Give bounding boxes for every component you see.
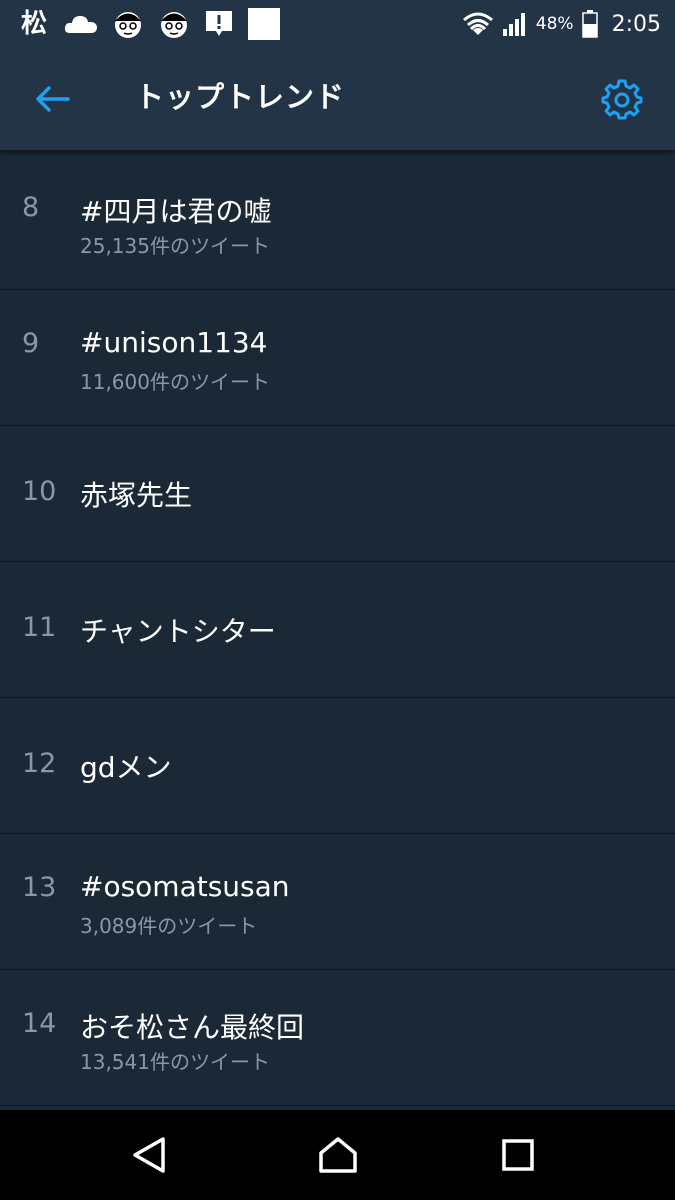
trend-rank: 13: [22, 872, 57, 903]
system-icons: 48% 2:05: [462, 6, 661, 42]
status-bar: 松 48% 2:05: [0, 0, 675, 48]
nav-back-button[interactable]: [119, 1130, 179, 1180]
trend-name: チャントシター: [80, 615, 276, 648]
clock: 2:05: [611, 11, 661, 37]
page-title: トップトレンド: [135, 80, 346, 114]
trend-rank: 14: [22, 1008, 57, 1039]
recents-icon: [502, 1139, 534, 1171]
cloud-icon: [64, 16, 97, 33]
app-bar: トップトレンド: [0, 48, 675, 150]
nav-home-button[interactable]: [308, 1130, 368, 1180]
trend-tweet-count: 25,135件のツイート: [80, 234, 270, 258]
back-button[interactable]: [30, 79, 74, 119]
trend-row[interactable]: 13 #osomatsusan 3,089件のツイート: [0, 834, 675, 970]
notification-icons: 松: [18, 6, 280, 42]
battery-icon: [581, 10, 598, 38]
nav-recents-button[interactable]: [488, 1130, 548, 1180]
square-icon: [248, 8, 280, 40]
trend-name: #四月は君の嘘: [80, 195, 272, 228]
trend-row[interactable]: 9 #unison1134 11,600件のツイート: [0, 290, 675, 426]
trend-row[interactable]: 14 おそ松さん最終回 13,541件のツイート: [0, 970, 675, 1106]
trend-name: #unison1134: [80, 326, 268, 359]
battery-percent: 48%: [535, 14, 574, 34]
trend-row[interactable]: 10 赤塚先生: [0, 426, 675, 562]
trend-name: 赤塚先生: [80, 479, 193, 512]
alert-icon: [206, 11, 232, 36]
back-arrow-icon: [36, 86, 70, 112]
trend-tweet-count: 3,089件のツイート: [80, 914, 258, 938]
trend-row[interactable]: 11 チャントシター: [0, 562, 675, 698]
back-triangle-icon: [133, 1137, 165, 1173]
trend-tweet-count: 13,541件のツイート: [80, 1050, 270, 1074]
trend-row[interactable]: 8 #四月は君の嘘 25,135件のツイート: [0, 154, 675, 290]
trend-rank: 9: [22, 328, 40, 359]
trend-name: #osomatsusan: [80, 870, 290, 903]
trend-rank: 10: [22, 476, 57, 507]
trend-tweet-count: 11,600件のツイート: [80, 370, 270, 394]
trend-name: おそ松さん最終回: [80, 1011, 305, 1044]
trend-rank: 11: [22, 612, 57, 643]
wifi-icon: [462, 12, 493, 35]
app-char-icon: 松: [20, 9, 47, 39]
system-nav-bar: [0, 1110, 675, 1200]
signal-icon: [502, 13, 525, 36]
home-icon: [319, 1137, 357, 1173]
trend-name: gdメン: [80, 751, 172, 784]
face-icon: [161, 12, 187, 38]
trend-rank: 8: [22, 192, 40, 223]
trend-list: 8 #四月は君の嘘 25,135件のツイート 9 #unison1134 11,…: [0, 154, 675, 1110]
gear-icon: [601, 79, 643, 120]
face-icon: [115, 12, 141, 38]
trend-rank: 12: [22, 748, 57, 779]
trend-row[interactable]: 12 gdメン: [0, 698, 675, 834]
settings-button[interactable]: [599, 76, 645, 122]
